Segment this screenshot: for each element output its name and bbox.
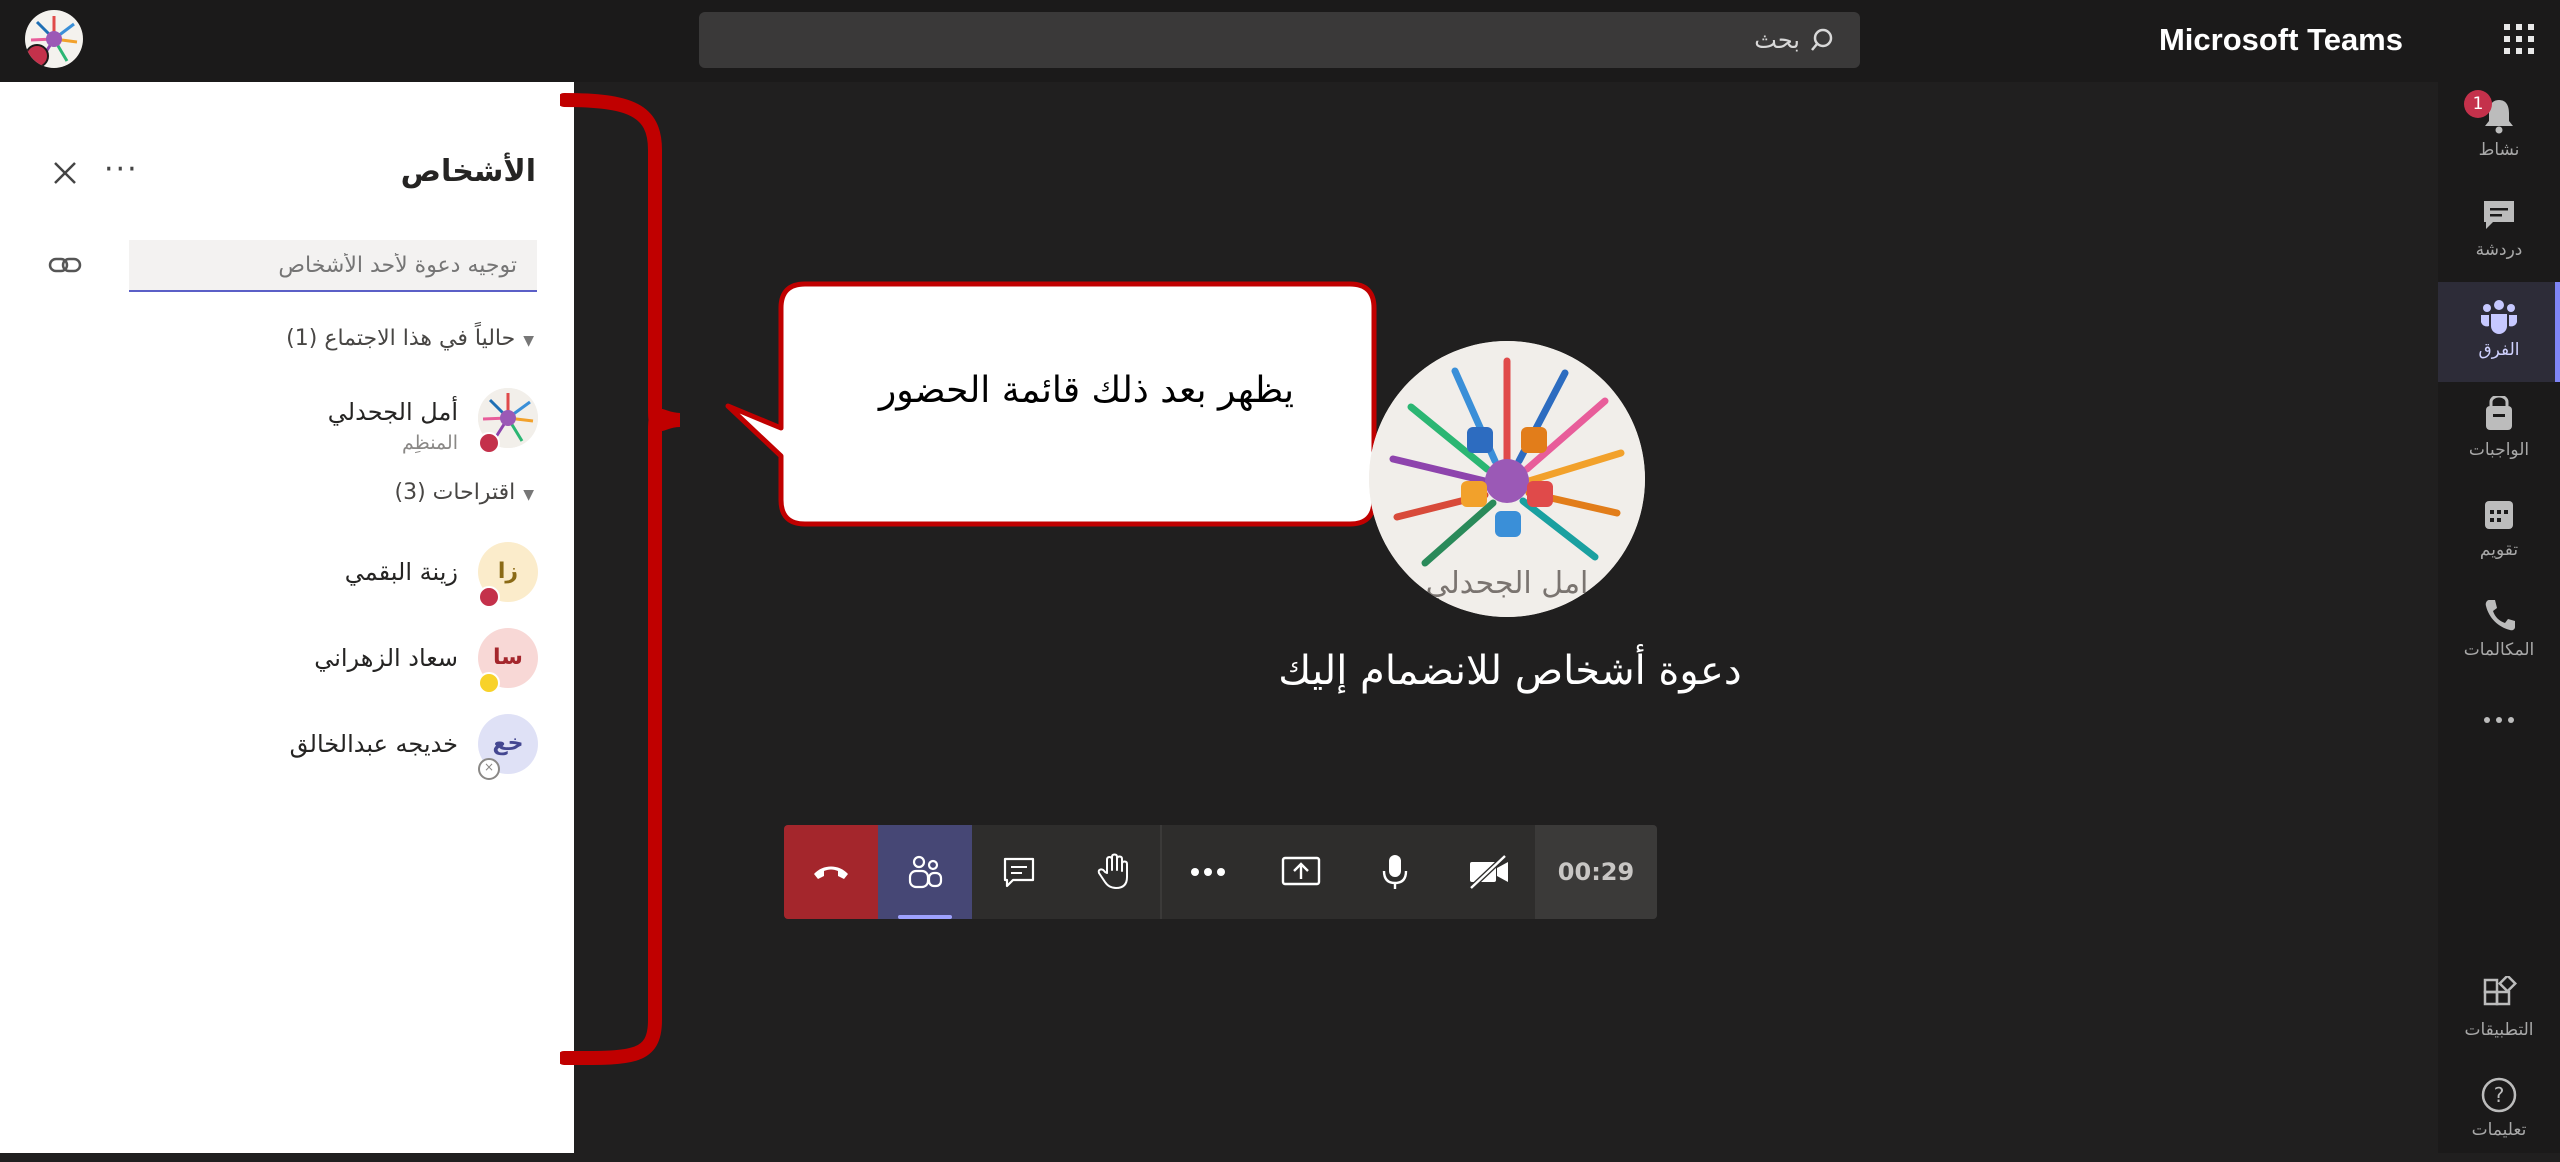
app-title: Microsoft Teams <box>2158 22 2403 57</box>
suggestions-header-label: اقتراحات (3) <box>394 480 516 505</box>
rail-label: نشاط <box>2478 140 2520 160</box>
more-icon <box>2484 717 2514 723</box>
rail-label: المكالمات <box>2463 640 2535 660</box>
search-icon <box>1811 28 1833 51</box>
hang-up-button[interactable] <box>784 825 878 919</box>
more-options-button[interactable]: ··· <box>104 152 139 187</box>
presence-busy-dot <box>25 44 49 68</box>
teams-icon <box>2481 300 2517 334</box>
participants-button[interactable] <box>878 825 972 919</box>
search-input[interactable]: بحث <box>699 12 1860 68</box>
rail-item-apps[interactable]: التطبيقات <box>2438 962 2560 1062</box>
presence-offline-icon: × <box>478 758 500 780</box>
raise-hand-button[interactable] <box>1066 825 1160 919</box>
rail-label: تعليمات <box>2471 1120 2527 1140</box>
annotation-bracket <box>560 93 680 1066</box>
microphone-button[interactable] <box>1348 825 1442 919</box>
presence-busy-dot <box>478 586 500 608</box>
rail-item-calls[interactable]: المكالمات <box>2438 582 2560 682</box>
chat-icon <box>1003 857 1035 888</box>
call-timer: 00:29 <box>1535 825 1657 919</box>
share-button[interactable] <box>1254 825 1348 919</box>
rail-item-help[interactable]: ? تعليمات <box>2438 1062 2560 1162</box>
rail-item-teams[interactable]: الفرق <box>2438 282 2560 382</box>
phone-icon <box>2485 600 2515 631</box>
camera-toggle-button[interactable] <box>1442 825 1535 919</box>
suggestion-name: زينة البقمي <box>344 558 458 586</box>
search-placeholder: بحث <box>1754 26 1800 54</box>
panel-title: الأشخاص <box>400 154 536 189</box>
suggestion-name: خديجه عبدالخالق <box>289 730 458 758</box>
suggestion-name: سعاد الزهراني <box>314 644 458 672</box>
caret-down-icon: ▼ <box>523 487 534 503</box>
caret-down-icon: ▼ <box>523 333 534 349</box>
suggestion-row[interactable]: سا سعاد الزهراني <box>38 628 538 696</box>
call-toolbar: 00:29 <box>784 825 1657 919</box>
help-icon: ? <box>2481 1077 2517 1113</box>
participant-row[interactable]: أمل الجحدلي المنظِم <box>38 388 538 456</box>
more-actions-button[interactable] <box>1162 825 1254 919</box>
rail-item-calendar[interactable]: تقويم <box>2438 482 2560 582</box>
people-panel: الأشخاص ··· حالياً في هذا الاجتماع (1) ▼ <box>0 82 574 1153</box>
presence-busy-dot <box>478 432 500 454</box>
avatar-caption: امل الجحدلي <box>1426 566 1589 601</box>
participant-role: المنظِم <box>401 432 458 454</box>
invite-heading: دعوة أشخاص للانضمام إليك <box>1278 648 1742 694</box>
participants-icon <box>908 855 943 889</box>
suggestions-section-header[interactable]: اقتراحات (3) ▼ <box>395 480 534 505</box>
participant-name: أمل الجحدلي <box>327 398 458 426</box>
suggestion-row[interactable]: خع × خديجه عبدالخالق <box>38 714 538 782</box>
close-icon[interactable] <box>52 160 78 186</box>
invite-someone-field[interactable] <box>129 240 537 292</box>
callout-text: يظهر بعد ذلك قائمة الحضور <box>878 370 1294 411</box>
more-icon <box>1191 868 1225 876</box>
activity-badge: 1 <box>2464 90 2492 118</box>
suggestion-row[interactable]: زا زينة البقمي <box>38 542 538 610</box>
share-screen-icon <box>1281 856 1321 886</box>
rail-more-button[interactable] <box>2438 697 2560 747</box>
top-bar: بحث Microsoft Teams <box>0 0 2560 82</box>
rail-item-assignments[interactable]: الواجبات <box>2438 382 2560 482</box>
chat-button[interactable] <box>972 825 1066 919</box>
user-avatar[interactable] <box>25 10 83 68</box>
raise-hand-icon <box>1097 853 1128 889</box>
apps-icon <box>2483 976 2517 1006</box>
presence-away-icon <box>478 672 500 694</box>
copy-link-icon[interactable] <box>48 250 82 280</box>
rail-item-activity[interactable]: 1 نشاط <box>2438 82 2560 182</box>
rail-item-chat[interactable]: دردشة <box>2438 182 2560 282</box>
organizer-avatar: امل الجحدلي <box>1369 341 1645 617</box>
in-meeting-header-label: حالياً في هذا الاجتماع (1) <box>286 326 516 351</box>
app-rail: 1 نشاط دردشة الفرق الواجبات تقويم المكال… <box>2438 82 2560 1153</box>
invite-input[interactable] <box>129 240 537 290</box>
camera-off-icon <box>1468 854 1508 890</box>
rail-label: دردشة <box>2475 240 2523 260</box>
hang-up-icon <box>814 866 848 879</box>
svg-text:?: ? <box>2494 1083 2505 1107</box>
assignments-icon <box>2486 396 2512 430</box>
rail-label: تقويم <box>2479 540 2519 560</box>
calendar-icon <box>2485 501 2513 529</box>
chat-icon <box>2484 201 2514 229</box>
app-launcher-icon[interactable] <box>2502 22 2536 56</box>
in-meeting-section-header[interactable]: حالياً في هذا الاجتماع (1) ▼ <box>286 326 534 351</box>
microphone-icon <box>1382 855 1408 889</box>
rail-label: التطبيقات <box>2464 1020 2534 1040</box>
rail-label: الفرق <box>2478 340 2520 360</box>
rail-label: الواجبات <box>2468 440 2530 460</box>
